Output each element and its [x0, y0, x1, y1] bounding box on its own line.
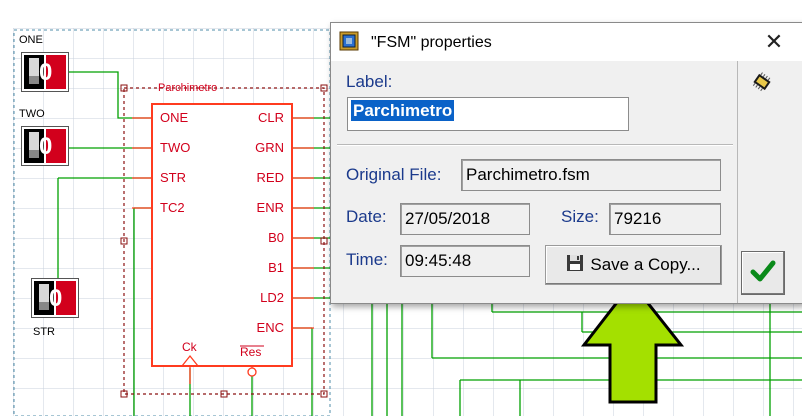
chip-icon [751, 71, 773, 93]
pin-right-enc: ENC [256, 320, 284, 335]
pin-left-two: TWO [160, 140, 191, 155]
separator-top [337, 144, 733, 146]
switch-str-value: 0 [49, 285, 63, 312]
close-button[interactable]: ✕ [745, 23, 802, 61]
size-caption: Size: [561, 207, 599, 226]
date-caption: Date: [346, 207, 387, 226]
pin-left-one: ONE [160, 110, 189, 125]
dialog-titlebar[interactable]: "FSM" properties ✕ [331, 23, 802, 61]
switch-two-value: 0 [39, 133, 53, 160]
pin-right-b0: B0 [268, 230, 284, 245]
original-file-caption: Original File: [346, 165, 442, 184]
dialog-right-divider [737, 61, 738, 303]
floppy-disk-icon [566, 254, 584, 277]
original-file-field: Parchimetro.fsm [461, 159, 721, 191]
fsm-chip-icon [339, 31, 359, 51]
switch-one-value: 0 [39, 59, 53, 86]
pin-right-red: RED [256, 170, 284, 185]
time-caption: Time: [346, 250, 388, 269]
size-field: 79216 [609, 203, 721, 235]
pin-right-ld2: LD2 [260, 290, 284, 305]
input-label-two: TWO [19, 108, 45, 120]
pin-bottom-res: Res [240, 345, 262, 359]
time-field: 09:45:48 [400, 245, 530, 277]
label-input-value: Parchimetro [351, 100, 455, 121]
pin-left-str: STR [160, 170, 186, 185]
pin-right-grn: GRN [255, 140, 284, 155]
pin-right-enr: ENR [256, 200, 284, 215]
input-label-one: ONE [19, 34, 43, 46]
ok-button[interactable] [741, 251, 785, 295]
pin-right-clr: CLR [257, 110, 284, 125]
input-label-str: STR [33, 326, 55, 338]
label-input[interactable]: Parchimetro [347, 97, 629, 131]
label-caption: Label: [346, 72, 393, 91]
pin-left-tc2: TC2 [160, 200, 185, 215]
date-field: 27/05/2018 [400, 203, 530, 235]
checkmark-icon [750, 260, 776, 287]
save-copy-button[interactable]: Save a Copy... [545, 245, 722, 285]
save-copy-label: Save a Copy... [590, 255, 701, 274]
block-title: Parchimetro [158, 82, 218, 94]
dialog-title: "FSM" properties [371, 34, 492, 51]
pin-bottom-ck: Ck [182, 340, 197, 354]
properties-dialog: "FSM" properties ✕ Label: Parchimetro Or… [330, 22, 802, 304]
close-icon: ✕ [764, 29, 784, 54]
pin-right-b1: B1 [268, 260, 284, 275]
